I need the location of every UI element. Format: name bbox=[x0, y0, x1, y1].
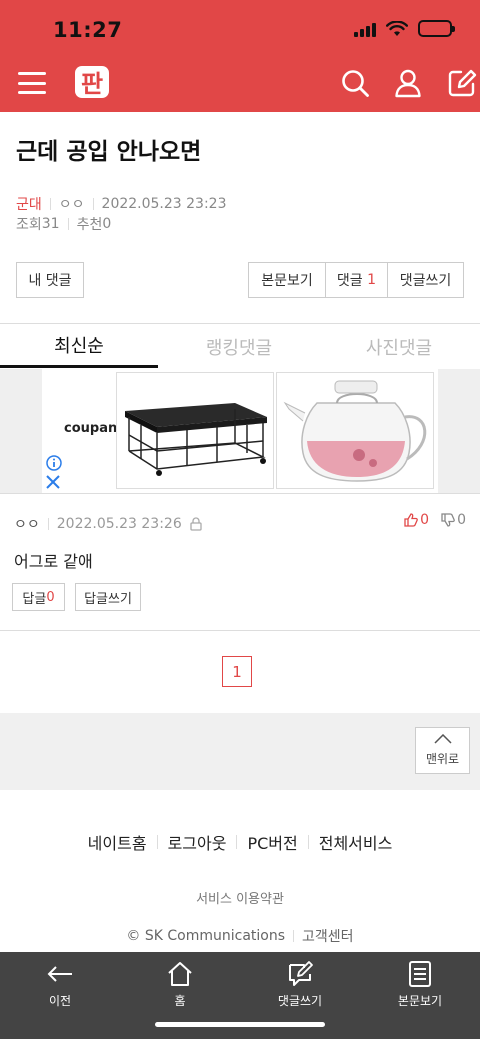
post-meta: 군대 ㅇㅇ 2022.05.23 23:23 bbox=[16, 194, 227, 214]
views-count: 31 bbox=[41, 216, 60, 232]
gray-band bbox=[0, 713, 480, 790]
signal-icon bbox=[354, 21, 376, 37]
terms-link[interactable]: 서비스 이용약관 bbox=[0, 888, 480, 907]
status-icons bbox=[354, 20, 455, 37]
like-button[interactable]: 0 bbox=[404, 512, 429, 528]
nav-back[interactable]: 이전 bbox=[0, 960, 120, 1009]
menu-icon[interactable] bbox=[18, 72, 46, 94]
nav-back-label: 이전 bbox=[48, 994, 72, 1008]
wifi-icon bbox=[386, 20, 408, 36]
ad-product-image-stand[interactable] bbox=[116, 372, 274, 489]
write-comment-icon bbox=[289, 961, 313, 986]
write-comment-button[interactable]: 댓글쓰기 bbox=[387, 263, 463, 297]
tab-ranking[interactable]: 랭킹댓글 bbox=[160, 325, 318, 368]
user-icon[interactable] bbox=[393, 68, 423, 98]
scroll-to-top-button[interactable]: 맨위로 bbox=[415, 727, 470, 774]
page-1-button[interactable]: 1 bbox=[222, 656, 252, 687]
nav-write-comment[interactable]: 댓글쓰기 bbox=[240, 960, 360, 1009]
thumbs-down-icon bbox=[441, 513, 455, 527]
status-time: 11:27 bbox=[53, 18, 123, 42]
divider bbox=[156, 835, 158, 849]
scroll-to-top-label: 맨위로 bbox=[425, 752, 460, 766]
post-stats: 조회 31 추천 0 bbox=[16, 214, 111, 234]
comments-label: 댓글 bbox=[336, 273, 363, 289]
recommend-count: 0 bbox=[102, 216, 112, 232]
reply-count: 0 bbox=[46, 589, 55, 605]
reply-button[interactable]: 답글 0 bbox=[12, 583, 65, 611]
divider bbox=[236, 835, 238, 849]
comment-datetime: 2022.05.23 23:26 bbox=[56, 516, 182, 532]
nav-home-label: 홈 bbox=[174, 994, 186, 1008]
comment-votes: 0 0 bbox=[404, 512, 466, 528]
ad-content[interactable]: coupang bbox=[42, 369, 438, 493]
write-reply-button[interactable]: 답글쓰기 bbox=[75, 583, 141, 611]
home-icon bbox=[168, 962, 192, 986]
divider bbox=[0, 493, 480, 494]
post-datetime: 2022.05.23 23:23 bbox=[101, 196, 227, 212]
comment-body: 어그로 같애 bbox=[14, 552, 93, 571]
comment-meta: ㅇㅇ 2022.05.23 23:26 bbox=[14, 514, 202, 534]
footer-link-logout[interactable]: 로그아웃 bbox=[168, 830, 227, 854]
divider bbox=[0, 630, 480, 631]
footer-link-all-services[interactable]: 전체서비스 bbox=[319, 830, 393, 854]
comment-author: ㅇㅇ bbox=[14, 517, 40, 533]
compose-icon[interactable] bbox=[447, 68, 477, 98]
my-comments-button[interactable]: 내 댓글 bbox=[16, 262, 84, 298]
footer: 네이트홈 로그아웃 PC버전 전체서비스 서비스 이용약관 © SK Commu… bbox=[0, 790, 480, 952]
chevron-up-icon bbox=[433, 734, 452, 744]
dislike-button[interactable]: 0 bbox=[441, 512, 466, 528]
ad-product-image-teapot[interactable] bbox=[276, 372, 434, 489]
dislike-count: 0 bbox=[457, 512, 466, 528]
ad-info-icon[interactable] bbox=[46, 455, 62, 471]
pann-logo[interactable]: 판 bbox=[72, 62, 112, 102]
nav-home[interactable]: 홈 bbox=[120, 960, 240, 1009]
divider bbox=[293, 930, 295, 942]
ad-close-icon[interactable] bbox=[46, 475, 60, 489]
tab-photo[interactable]: 사진댓글 bbox=[320, 325, 478, 368]
recommend-label: 추천 bbox=[76, 217, 103, 233]
back-arrow-icon bbox=[47, 966, 72, 982]
copyright-row: © SK Communications 고객센터 bbox=[0, 926, 480, 946]
search-icon[interactable] bbox=[340, 68, 370, 98]
divider bbox=[47, 518, 49, 530]
battery-icon bbox=[418, 20, 455, 37]
view-post-button[interactable]: 본문보기 bbox=[249, 263, 325, 297]
nav-view-post-label: 본문보기 bbox=[397, 994, 443, 1008]
reply-label: 답글 bbox=[22, 591, 47, 607]
footer-link-pc-version[interactable]: PC버전 bbox=[247, 830, 297, 854]
divider bbox=[0, 323, 480, 324]
ad-banner[interactable]: coupang bbox=[0, 369, 480, 493]
nav-view-post[interactable]: 본문보기 bbox=[360, 960, 480, 1009]
bottom-toolbar: 이전 홈 댓글쓰기 본문보기 bbox=[0, 952, 480, 1039]
copyright: © SK Communications bbox=[126, 928, 286, 944]
post-author: ㅇㅇ bbox=[58, 197, 85, 213]
lock-icon bbox=[190, 517, 202, 531]
comments-count: 1 bbox=[367, 272, 377, 288]
app-header: 11:27 판 bbox=[0, 0, 480, 112]
tab-latest[interactable]: 최신순 bbox=[0, 325, 158, 368]
post-action-group: 본문보기 댓글 1 댓글쓰기 bbox=[248, 262, 464, 298]
svg-text:판: 판 bbox=[81, 70, 103, 98]
divider bbox=[49, 198, 51, 210]
nav-write-comment-label: 댓글쓰기 bbox=[277, 994, 323, 1008]
post-title: 근데 공입 안나오면 bbox=[16, 139, 202, 165]
footer-links: 네이트홈 로그아웃 PC버전 전체서비스 bbox=[0, 830, 480, 854]
footer-link-nate-home[interactable]: 네이트홈 bbox=[88, 830, 147, 854]
thumbs-up-icon bbox=[404, 513, 418, 527]
post-category[interactable]: 군대 bbox=[16, 194, 42, 214]
divider bbox=[92, 198, 94, 210]
views-label: 조회 bbox=[16, 217, 42, 233]
like-count: 0 bbox=[420, 512, 430, 528]
comments-button[interactable]: 댓글 1 bbox=[325, 263, 387, 297]
customer-center-link[interactable]: 고객센터 bbox=[302, 926, 354, 946]
document-icon bbox=[409, 961, 431, 987]
divider bbox=[307, 835, 309, 849]
divider bbox=[67, 218, 69, 230]
home-indicator bbox=[155, 1022, 325, 1027]
